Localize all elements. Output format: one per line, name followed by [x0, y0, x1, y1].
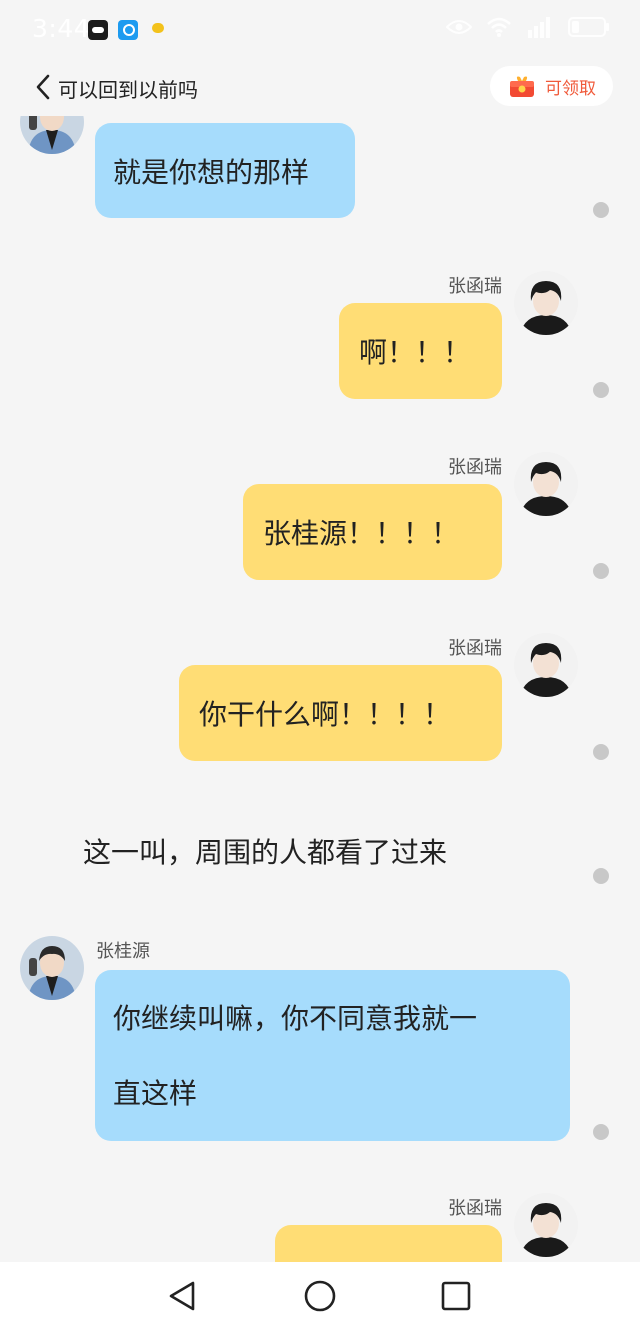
message-bubble[interactable]: 张桂源！！！！	[243, 484, 502, 580]
chat-screen: 3:44 可以回到以前吗 可领取 就是你想的那样 张函瑞 啊！！！ 张函瑞 张桂…	[0, 0, 640, 1330]
battery-icon	[568, 17, 609, 37]
story-title: 可以回到以前吗	[58, 78, 198, 102]
sender-name: 张桂源	[96, 941, 150, 962]
status-bar: 3:44	[0, 0, 640, 60]
sender-name: 张函瑞	[448, 276, 502, 297]
message-text: 你干什么啊！！！！	[199, 698, 452, 731]
chat-header: 可以回到以前吗 可领取	[0, 60, 640, 116]
message-text: 就是你想的那样	[113, 155, 310, 189]
recents-square-icon[interactable]	[438, 1278, 474, 1314]
sender-name: 张函瑞	[448, 457, 502, 478]
message-text: 啊！！！	[359, 336, 472, 369]
status-indicators	[446, 16, 610, 38]
sender-name: 张函瑞	[448, 638, 502, 659]
avatar-zhang-hanrui[interactable]	[514, 452, 578, 516]
narration-text: 这一叫，周围的人都看了过来	[83, 836, 448, 869]
message-status-dot	[593, 1124, 609, 1140]
message-bubble-partial[interactable]	[275, 1225, 502, 1262]
back-triangle-icon[interactable]	[165, 1278, 201, 1314]
message-bubble[interactable]: 你继续叫嘛，你不同意我就一 直这样	[95, 970, 570, 1141]
eye-icon	[446, 20, 472, 34]
search-app-icon	[118, 20, 138, 40]
avatar-zhang-hanrui[interactable]	[514, 271, 578, 335]
app-icon	[88, 20, 108, 40]
system-navigation-bar	[0, 1262, 640, 1330]
message-status-dot	[593, 744, 609, 760]
avatar-zhang-hanrui[interactable]	[514, 1193, 578, 1257]
reward-label: 可领取	[545, 78, 596, 99]
message-bubble[interactable]: 就是你想的那样	[95, 123, 355, 218]
message-text: 你继续叫嘛，你不同意我就一 直这样	[113, 981, 477, 1131]
home-circle-icon[interactable]	[302, 1278, 338, 1314]
message-status-dot	[593, 202, 609, 218]
message-line: 直这样	[113, 1077, 198, 1110]
message-status-dot	[593, 563, 609, 579]
signal-icon	[528, 17, 550, 38]
red-envelope-gift-icon	[510, 76, 534, 97]
sender-name: 张函瑞	[448, 1198, 502, 1219]
status-time: 3:44	[32, 14, 91, 43]
message-status-dot	[593, 382, 609, 398]
status-app-icons	[88, 20, 168, 40]
claim-reward-button[interactable]: 可领取	[490, 66, 613, 106]
wifi-icon	[487, 17, 511, 37]
badge-app-icon	[148, 20, 168, 40]
message-text: 张桂源！！！！	[263, 517, 460, 550]
message-line: 你继续叫嘛，你不同意我就一	[113, 1002, 478, 1035]
message-bubble[interactable]: 你干什么啊！！！！	[179, 665, 502, 761]
avatar-zhang-guiyuan[interactable]	[20, 936, 84, 1000]
avatar-zhang-hanrui[interactable]	[514, 633, 578, 697]
message-bubble[interactable]: 啊！！！	[339, 303, 502, 399]
avatar-zhang-guiyuan[interactable]	[20, 116, 84, 154]
message-status-dot	[593, 868, 609, 884]
chat-message-list[interactable]: 就是你想的那样 张函瑞 啊！！！ 张函瑞 张桂源！！！！ 张函瑞 你干什么啊！！…	[0, 116, 640, 1262]
back-icon[interactable]	[32, 73, 56, 101]
